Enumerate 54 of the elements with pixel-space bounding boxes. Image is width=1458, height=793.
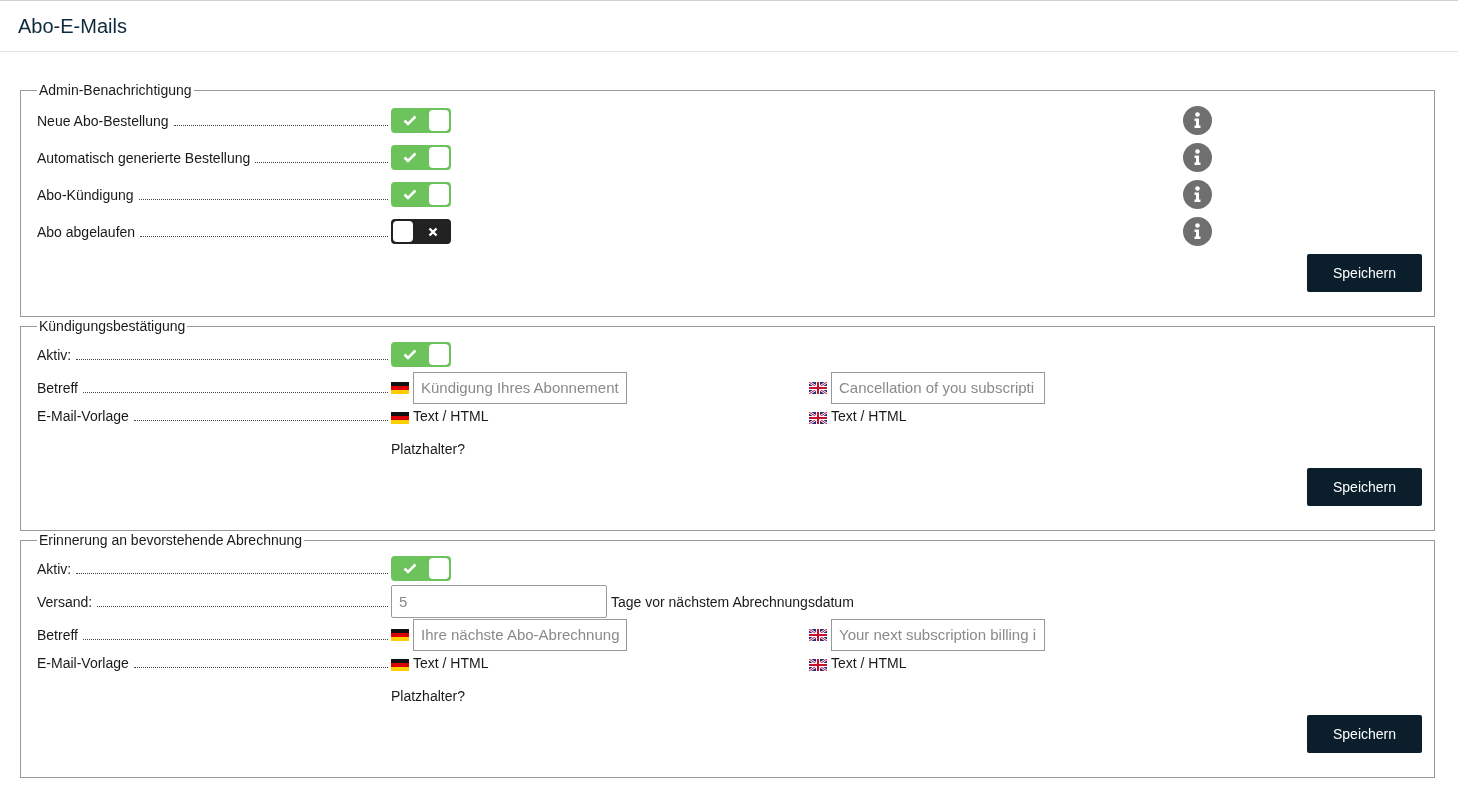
subject-field[interactable]: Kündigung Ihres Abonnement bbox=[413, 371, 627, 404]
info-icon[interactable] bbox=[1183, 217, 1212, 246]
toggle-switch[interactable] bbox=[391, 556, 451, 581]
field-label: Abo abgelaufen bbox=[37, 223, 136, 240]
panel-legend: Admin-Benachrichtigung bbox=[37, 82, 194, 98]
toggle-switch[interactable] bbox=[391, 219, 451, 244]
field-label: Versand: bbox=[37, 593, 93, 610]
field-label: Neue Abo-Bestellung bbox=[37, 112, 169, 129]
save-button[interactable]: Speichern bbox=[1307, 254, 1422, 292]
check-icon bbox=[403, 189, 417, 200]
info-icon[interactable] bbox=[1183, 106, 1212, 135]
field-label: Betreff bbox=[37, 379, 78, 396]
toggle-switch[interactable] bbox=[391, 145, 451, 170]
check-icon bbox=[403, 152, 417, 163]
british-flag-icon bbox=[809, 659, 827, 671]
check-icon bbox=[403, 349, 417, 360]
placeholder-link[interactable]: Platzhalter? bbox=[391, 441, 465, 457]
save-button[interactable]: Speichern bbox=[1307, 468, 1422, 506]
days-field[interactable]: 5 bbox=[391, 585, 607, 618]
check-icon bbox=[403, 563, 417, 574]
subject-field[interactable]: Your next subscription billing i bbox=[831, 618, 1045, 651]
info-icon[interactable] bbox=[1183, 180, 1212, 209]
field-label: Aktiv: bbox=[37, 346, 72, 363]
template-link[interactable]: Text / HTML bbox=[413, 655, 489, 671]
template-link[interactable]: Text / HTML bbox=[831, 408, 907, 424]
field-label: Abo-Kündigung bbox=[37, 186, 134, 203]
info-icon[interactable] bbox=[1183, 143, 1212, 172]
page-title: Abo-E-Mails bbox=[18, 14, 127, 38]
german-flag-icon bbox=[391, 381, 409, 394]
placeholder-link[interactable]: Platzhalter? bbox=[391, 688, 465, 704]
toggle-switch[interactable] bbox=[391, 108, 451, 133]
panel-legend: Erinnerung an bevorstehende Abrechnung bbox=[37, 532, 305, 548]
subject-field[interactable]: Ihre nächste Abo-Abrechnung bbox=[413, 618, 627, 651]
field-label: Automatisch generierte Bestellung bbox=[37, 149, 251, 166]
german-flag-icon bbox=[391, 659, 409, 671]
template-link[interactable]: Text / HTML bbox=[831, 655, 907, 671]
save-button[interactable]: Speichern bbox=[1307, 715, 1422, 753]
cross-icon bbox=[428, 226, 438, 237]
panel-legend: Kündigungsbestätigung bbox=[37, 318, 188, 334]
check-icon bbox=[403, 115, 417, 126]
british-flag-icon bbox=[809, 381, 827, 394]
field-label: Aktiv: bbox=[37, 560, 72, 577]
field-label: E-Mail-Vorlage bbox=[37, 655, 129, 671]
field-label: E-Mail-Vorlage bbox=[37, 408, 129, 424]
field-label: Betreff bbox=[37, 626, 78, 643]
british-flag-icon bbox=[809, 412, 827, 424]
british-flag-icon bbox=[809, 628, 827, 641]
german-flag-icon bbox=[391, 412, 409, 424]
german-flag-icon bbox=[391, 628, 409, 641]
toggle-switch[interactable] bbox=[391, 342, 451, 367]
subject-field[interactable]: Cancellation of you subscripti bbox=[831, 371, 1045, 404]
toggle-switch[interactable] bbox=[391, 182, 451, 207]
days-suffix: Tage vor nächstem Abrechnungsdatum bbox=[611, 593, 854, 610]
template-link[interactable]: Text / HTML bbox=[413, 408, 489, 424]
